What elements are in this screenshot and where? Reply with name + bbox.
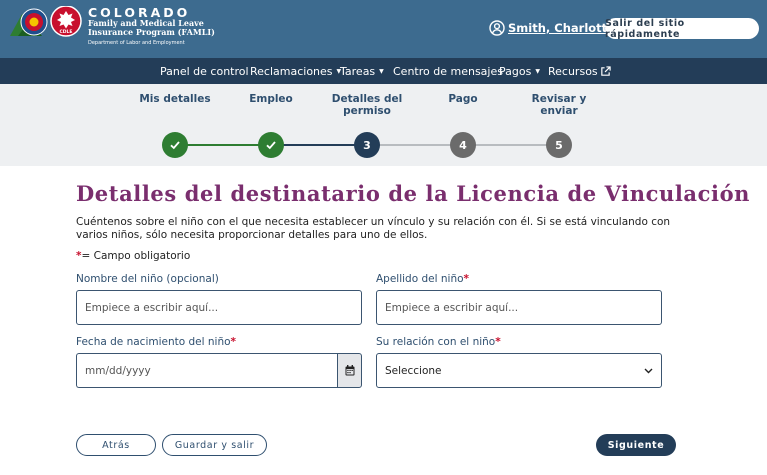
child-first-name-input[interactable] (76, 290, 362, 325)
step-label-employment: Empleo (249, 93, 293, 105)
calendar-picker-button[interactable] (337, 353, 362, 388)
nav-item-message-center[interactable]: Centro de mensajes (393, 58, 503, 84)
quick-exit-button[interactable]: Salir del sitio rápidamente (605, 18, 759, 40)
label-text: Nombre del niño (opcional) (76, 273, 219, 285)
step-2-complete[interactable] (258, 132, 284, 158)
step-label-leave-details: Detalles del permiso (331, 93, 403, 117)
back-button[interactable]: Atrás (76, 434, 156, 456)
child-birth-date-input[interactable]: mm/dd/yyyy (76, 353, 338, 388)
chevron-down-icon: ▼ (379, 67, 384, 75)
nav-label: Recursos (548, 64, 598, 78)
step-5-upcoming: 5 (546, 132, 572, 158)
step-label-my-details: Mis detalles (139, 93, 211, 105)
required-marker: * (495, 336, 501, 348)
child-last-name-input[interactable] (376, 290, 662, 325)
nav-item-claims[interactable]: Reclamaciones ▼ (250, 58, 341, 84)
label-text: Apellido del niño (376, 273, 464, 285)
label-text: Su relación con el niño (376, 336, 496, 348)
user-name: Smith, Charlotte (508, 21, 615, 35)
intro-text: Cuéntenos sobre el niño con el que neces… (76, 216, 671, 241)
famli-brand[interactable]: COLORADO Family and Medical Leave Insura… (88, 6, 215, 47)
required-marker: * (463, 273, 470, 285)
user-account-icon (489, 20, 505, 36)
required-legend: *= Campo obligatorio (76, 250, 190, 262)
site-header: CDLE COLORADO Family and Medical Leave I… (0, 0, 767, 58)
nav-item-tasks[interactable]: Tareas ▼ (340, 58, 384, 84)
checkmark-icon (170, 141, 180, 150)
calendar-icon (345, 365, 354, 376)
logo-badge-text: CDLE (60, 29, 73, 35)
progress-stepper: Mis detalles Empleo Detalles del permiso… (0, 84, 767, 166)
nav-item-resources[interactable]: Recursos (548, 58, 611, 84)
relationship-label: Su relación con el niño* (376, 336, 501, 348)
nav-item-dashboard[interactable]: Panel de control (160, 58, 249, 84)
nav-label: Reclamaciones (250, 64, 333, 78)
chevron-down-icon (644, 368, 653, 373)
birth-date-label: Fecha de nacimiento del niño* (76, 336, 236, 348)
required-note-text: = Campo obligatorio (81, 250, 191, 262)
last-name-label: Apellido del niño* (376, 273, 469, 285)
colorado-cdle-logo[interactable]: CDLE (8, 6, 84, 40)
nav-label: Panel de control (160, 64, 249, 78)
step-4-upcoming: 4 (450, 132, 476, 158)
select-value: Seleccione (385, 364, 442, 377)
chevron-down-icon: ▼ (535, 67, 540, 75)
first-name-label: Nombre del niño (opcional) (76, 273, 219, 285)
external-link-icon (600, 65, 611, 76)
nav-label: Pagos (499, 64, 532, 78)
nav-label: Tareas (340, 64, 376, 78)
checkmark-icon (266, 141, 276, 150)
brand-line-2: Insurance Program (FAMLI) (88, 27, 215, 37)
save-and-exit-button[interactable]: Guardar y salir (162, 434, 267, 456)
next-button[interactable]: Siguiente (596, 434, 676, 456)
nav-label: Centro de mensajes (393, 64, 503, 78)
date-placeholder: mm/dd/yyyy (85, 364, 151, 377)
main-nav: Panel de control Reclamaciones ▼ Tareas … (0, 58, 767, 84)
step-1-complete[interactable] (162, 132, 188, 158)
required-marker: * (230, 336, 237, 348)
page-title: Detalles del destinatario de la Licencia… (76, 181, 751, 206)
step-label-review-submit: Revisar y enviar (531, 93, 587, 117)
nav-item-payments[interactable]: Pagos ▼ (499, 58, 540, 84)
step-label-payment: Pago (448, 93, 478, 105)
label-text: Fecha de nacimiento del niño (76, 336, 231, 348)
brand-department: Department of Labor and Employment (88, 40, 185, 46)
relationship-select[interactable]: Seleccione (376, 353, 662, 388)
step-3-current: 3 (354, 132, 380, 158)
